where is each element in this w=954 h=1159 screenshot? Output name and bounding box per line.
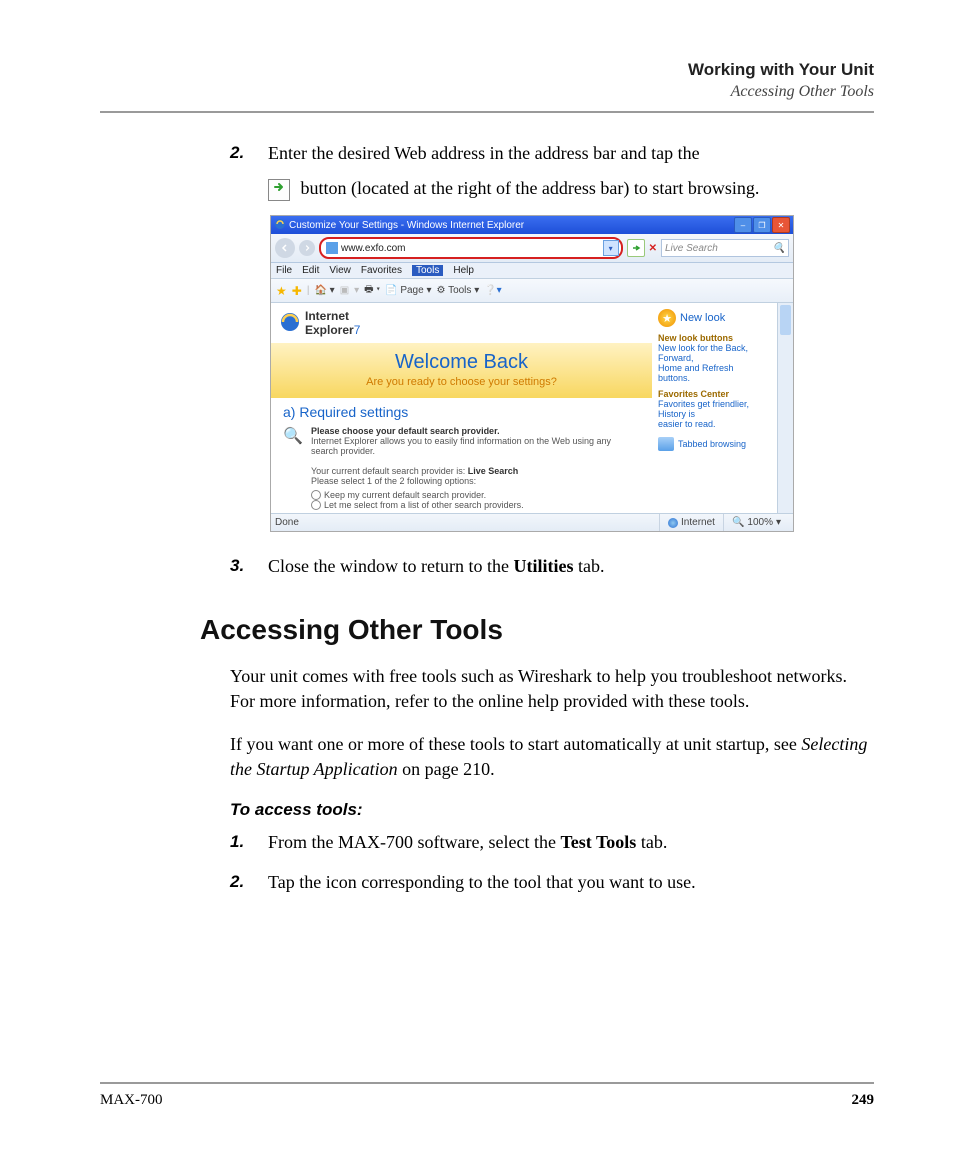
- step-number: 3.: [230, 554, 268, 579]
- status-zone-internet: Internet: [659, 514, 723, 531]
- menu-view[interactable]: View: [329, 265, 351, 276]
- favorites-star-icon[interactable]: ★: [276, 284, 287, 298]
- help-icon[interactable]: ❔▾: [484, 285, 501, 296]
- option-select-other[interactable]: Let me select from a list of other searc…: [311, 500, 640, 510]
- sidebar-tabbed-link[interactable]: Tabbed browsing: [678, 439, 746, 449]
- menu-tools[interactable]: Tools: [412, 265, 443, 276]
- step-3: 3. Close the window to return to the Uti…: [230, 554, 874, 579]
- ie-statusbar: Done Internet 🔍 100% ▾: [271, 513, 793, 531]
- req-body2b: Live Search: [468, 466, 519, 476]
- address-bar[interactable]: www.exfo.com ▾: [319, 237, 623, 259]
- step2-line1: Enter the desired Web address in the add…: [268, 143, 700, 163]
- forward-button[interactable]: [299, 240, 315, 256]
- ie-navbar: www.exfo.com ▾ ✕ Live Search 🔍: [271, 234, 793, 263]
- window-title: Customize Your Settings - Windows Intern…: [289, 220, 734, 231]
- section-heading: Accessing Other Tools: [200, 614, 874, 646]
- page-number: 249: [852, 1092, 875, 1109]
- status-zoom[interactable]: 🔍 100% ▾: [723, 514, 789, 531]
- required-settings-heading: a) Required settings: [271, 398, 652, 426]
- req-bold: Please choose your default search provid…: [311, 426, 500, 436]
- welcome-subtext: Are you ready to choose your settings?: [271, 376, 652, 388]
- scrollbar-thumb[interactable]: [780, 305, 791, 335]
- radio-icon: [311, 490, 321, 500]
- ie-logo-text2: Explorer: [305, 323, 354, 337]
- sidebar-block2-title: Favorites Center: [658, 389, 771, 399]
- ie-logo-text1: Internet: [305, 309, 349, 323]
- ie-main-content: Internet Explorer7 Welcome Back Are you …: [271, 303, 652, 513]
- access-step-1: 1. From the MAX-700 software, select the…: [230, 830, 874, 855]
- tools-menu[interactable]: ⚙ Tools ▾: [437, 285, 480, 296]
- feeds-icon[interactable]: ▣: [340, 285, 349, 296]
- ie-titlebar: Customize Your Settings - Windows Intern…: [271, 216, 793, 234]
- step3-text-c: tab.: [573, 556, 604, 576]
- address-dropdown-button[interactable]: ▾: [603, 240, 619, 256]
- sidebar-block1-l2[interactable]: Forward,: [658, 353, 771, 363]
- header-title: Working with Your Unit: [100, 60, 874, 80]
- step3-text-b: Utilities: [513, 556, 573, 576]
- menu-favorites[interactable]: Favorites: [361, 265, 402, 276]
- radio-icon: [311, 500, 321, 510]
- maximize-button[interactable]: ❐: [753, 217, 771, 233]
- to-access-tools-heading: To access tools:: [230, 800, 874, 820]
- menu-help[interactable]: Help: [453, 265, 474, 276]
- ie-sidebar: ★ New look New look buttons New look for…: [652, 303, 777, 513]
- test-tools-bold: Test Tools: [560, 832, 636, 852]
- step-number: 1.: [230, 830, 268, 855]
- page-menu[interactable]: 📄 Page ▾: [385, 285, 431, 296]
- sidebar-newlook-link[interactable]: New look: [680, 312, 725, 324]
- step-2: 2. Enter the desired Web address in the …: [230, 141, 874, 201]
- ie-menubar: File Edit View Favorites Tools Help: [271, 263, 793, 279]
- magnifier-icon: 🔍: [283, 426, 303, 510]
- option-keep-current[interactable]: Keep my current default search provider.: [311, 490, 640, 500]
- header-rule: [100, 111, 874, 113]
- sidebar-block1-l3[interactable]: Home and Refresh: [658, 363, 771, 373]
- sidebar-block1-title: New look buttons: [658, 333, 771, 343]
- page-icon: [326, 242, 338, 254]
- status-done: Done: [275, 517, 299, 528]
- add-favorites-icon[interactable]: ✚: [292, 284, 302, 298]
- ie-toolbar: ★ ✚ | 🏠 ▾ ▣ ▾ 🖶 ▾ 📄 Page ▾ ⚙ Tools ▾ ❔▾: [271, 279, 793, 303]
- page-footer: MAX-700 249: [100, 1082, 874, 1109]
- menu-file[interactable]: File: [276, 265, 292, 276]
- home-icon[interactable]: 🏠 ▾: [314, 285, 334, 296]
- go-button[interactable]: [627, 239, 645, 257]
- ie-logo-icon: [279, 311, 301, 336]
- ie-logo-version: 7: [354, 323, 361, 337]
- sidebar-block2-l1[interactable]: Favorites get friendlier,: [658, 399, 771, 409]
- step-number: 2.: [230, 870, 268, 895]
- step2-line2: button (located at the right of the addr…: [296, 178, 759, 198]
- req-body1: Internet Explorer allows you to easily f…: [311, 436, 611, 456]
- search-go-icon[interactable]: 🔍: [773, 243, 785, 254]
- sidebar-block1-l4[interactable]: buttons.: [658, 373, 771, 383]
- para-2: If you want one or more of these tools t…: [230, 732, 874, 782]
- go-arrow-icon: [268, 179, 290, 201]
- access-step-2: 2. Tap the icon corresponding to the too…: [230, 870, 874, 895]
- ie-favicon-icon: [274, 218, 286, 233]
- search-placeholder: Live Search: [665, 243, 718, 254]
- ie7-screenshot: Customize Your Settings - Windows Intern…: [270, 215, 794, 532]
- req-body3: Please select 1 of the 2 following optio…: [311, 476, 476, 486]
- step3-text-a: Close the window to return to the: [268, 556, 513, 576]
- header-subtitle: Accessing Other Tools: [100, 83, 874, 101]
- sidebar-block2-l3[interactable]: easier to read.: [658, 419, 771, 429]
- minimize-button[interactable]: ‒: [734, 217, 752, 233]
- search-box[interactable]: Live Search 🔍: [661, 239, 789, 257]
- req-body2a: Your current default search provider is:: [311, 466, 468, 476]
- address-text: www.exfo.com: [341, 243, 603, 254]
- star-badge-icon: ★: [658, 309, 676, 327]
- tabbed-browsing-icon: [658, 437, 674, 451]
- vertical-scrollbar[interactable]: [777, 303, 793, 513]
- menu-edit[interactable]: Edit: [302, 265, 319, 276]
- print-icon[interactable]: 🖶 ▾: [364, 282, 380, 299]
- stop-button[interactable]: ✕: [649, 243, 657, 254]
- footer-product: MAX-700: [100, 1092, 163, 1109]
- back-button[interactable]: [275, 238, 295, 258]
- welcome-back-heading: Welcome Back: [271, 351, 652, 374]
- sidebar-block2-l2[interactable]: History is: [658, 409, 771, 419]
- para-1: Your unit comes with free tools such as …: [230, 664, 874, 714]
- close-button[interactable]: ✕: [772, 217, 790, 233]
- sidebar-block1-l1[interactable]: New look for the Back,: [658, 343, 771, 353]
- globe-icon: [668, 518, 678, 528]
- step-number: 2.: [230, 141, 268, 201]
